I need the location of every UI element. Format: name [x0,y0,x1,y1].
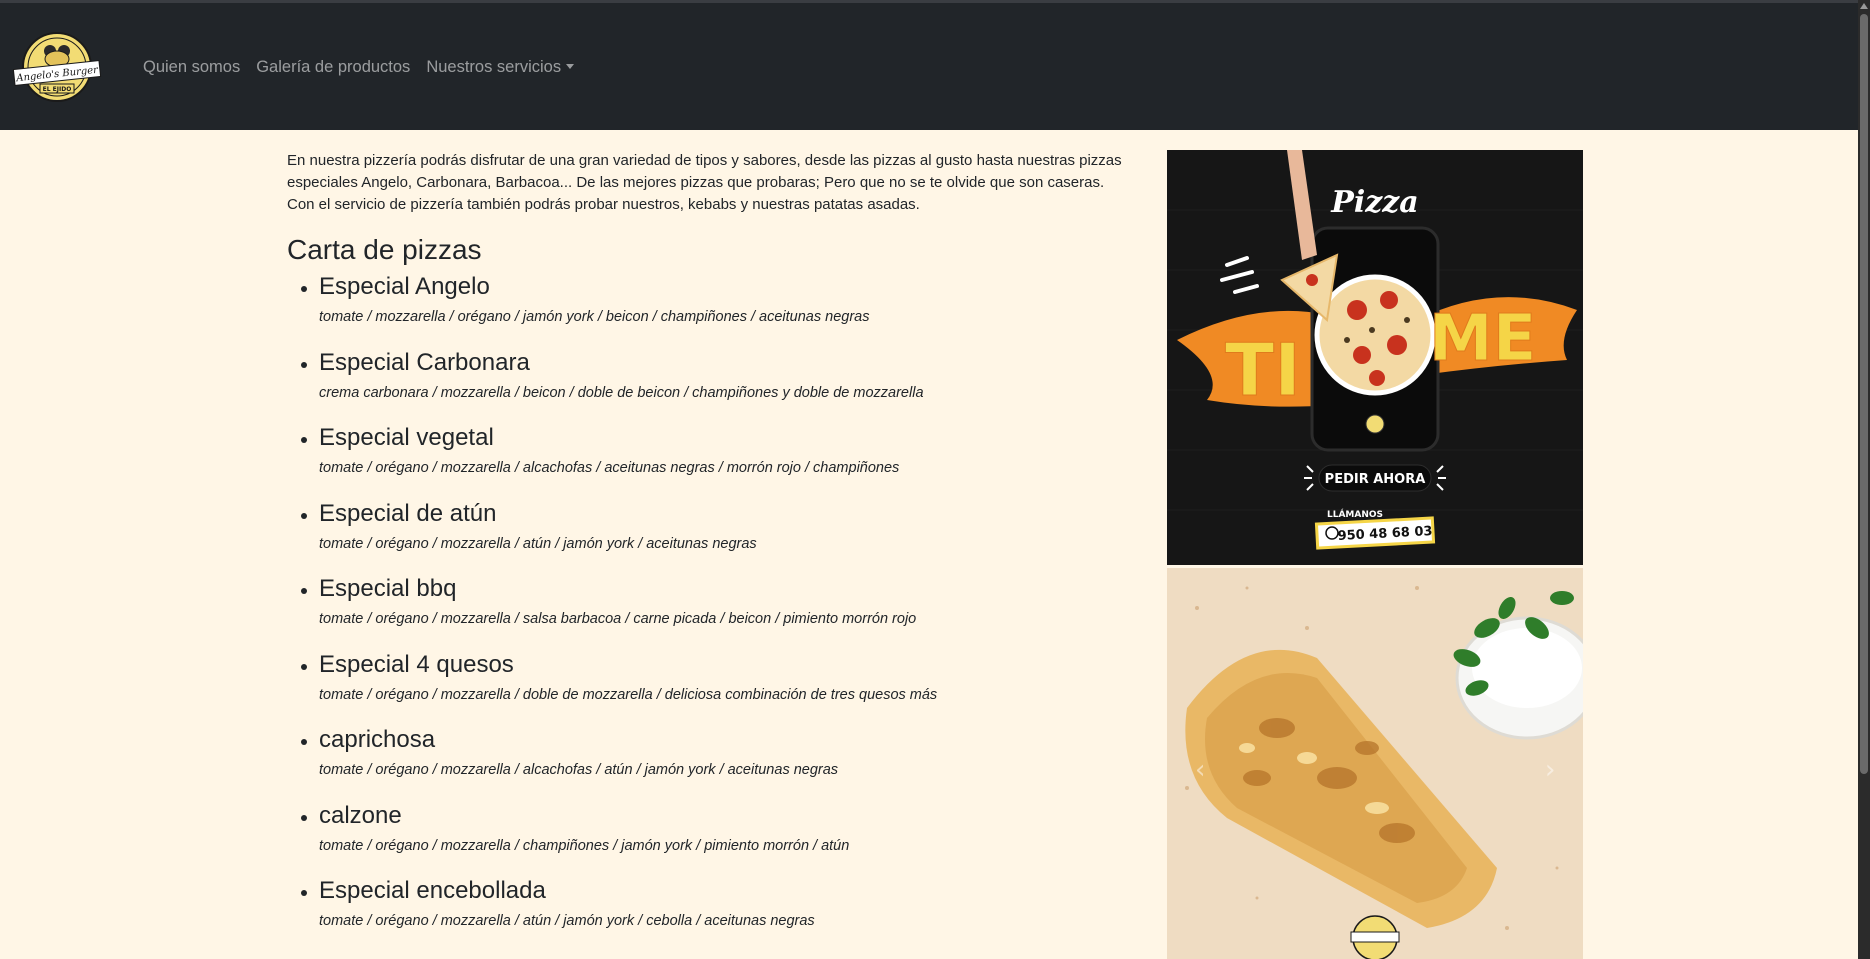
pizza-list: Especial Angelo tomate / mozzarella / or… [287,272,1132,952]
pizza-item: calzone tomate / orégano / mozzarella / … [301,801,1132,877]
kebab-wrap-image: ‹ › [1167,568,1583,959]
pizza-item: Especial encebollada tomate / orégano / … [301,876,1132,952]
scroll-up-icon[interactable] [1860,3,1868,9]
pizza-ingredients: crema carbonara / mozzarella / beicon / … [319,384,924,401]
pizza-ingredients: tomate / mozzarella / orégano / jamón yo… [319,309,870,325]
intro-paragraph: En nuestra pizzería podrás disfrutar de … [287,152,1122,213]
pizza-name: Especial 4 quesos [319,650,514,678]
pizza-item: Especial Angelo tomate / mozzarella / or… [301,272,1132,348]
carousel-prev-icon[interactable]: ‹ [1195,755,1205,785]
pizza-ingredients: tomate / orégano / mozzarella / atún / j… [319,535,757,552]
pizza-name: Especial Carbonara [319,348,530,376]
logo-subtext: EL EJIDO [43,86,72,93]
pizza-ingredients: tomate / orégano / mozzarella / alcachof… [319,762,839,778]
pizza-item: Especial de atún tomate / orégano / mozz… [301,499,1132,575]
pizza-name: Especial Angelo [319,273,490,300]
pizza-name: Especial vegetal [319,424,494,451]
pizza-item: Especial 4 quesos tomate / orégano / moz… [301,650,1132,726]
nav-links: Quien somos Galería de productos Nuestro… [143,58,590,77]
promo-title: Pizza [1330,185,1418,220]
pizza-item: Especial vegetal tomate / orégano / mozz… [301,423,1132,499]
pizza-item: Especial Carbonara crema carbonara / moz… [301,348,1132,424]
main-content: En nuestra pizzería podrás disfrutar de … [287,150,1132,952]
pizza-ingredients: tomate / orégano / mozzarella / champiño… [319,837,850,854]
promo-order-label: PEDIR AHORA [1325,472,1426,487]
pizza-name: caprichosa [319,726,436,753]
pizza-item: caprichosa tomate / orégano / mozzarella… [301,725,1132,801]
pizza-name: calzone [319,801,402,829]
promo-call-label: LLÁMANOS [1327,508,1383,520]
pizza-ingredients: tomate / orégano / mozzarella / alcachof… [319,460,900,476]
promo-time-left: TI [1225,328,1301,412]
pizza-ingredients: tomate / orégano / mozzarella / salsa ba… [319,611,917,627]
nav-dropdown-servicios[interactable]: Nuestros servicios [426,58,574,77]
scrollbar[interactable] [1858,0,1870,959]
pizza-ingredients: tomate / orégano / mozzarella / doble de… [319,686,938,703]
pizza-name: Especial bbq [319,575,457,602]
menu-title: Carta de pizzas [287,234,482,265]
pizza-name: Especial de atún [319,499,497,527]
pizza-ingredients: tomate / orégano / mozzarella / atún / j… [319,913,815,929]
brand-logo[interactable]: Angelo's Burger EL EJIDO [12,29,102,105]
navbar: Angelo's Burger EL EJIDO Quien somos Gal… [0,3,1858,130]
pizza-time-promo-image: Pizza TI ME PEDIR AHORA LLÁMANOS 950 48 … [1167,150,1583,565]
nav-link-galeria[interactable]: Galería de productos [256,58,410,77]
promo-time-right: ME [1429,302,1536,376]
nav-link-quien-somos[interactable]: Quien somos [143,58,240,77]
pizza-item: Especial bbq tomate / orégano / mozzarel… [301,574,1132,650]
pizza-name: Especial encebollada [319,877,546,904]
scrollbar-thumb[interactable] [1860,14,1868,774]
carousel-next-icon[interactable]: › [1545,755,1555,785]
